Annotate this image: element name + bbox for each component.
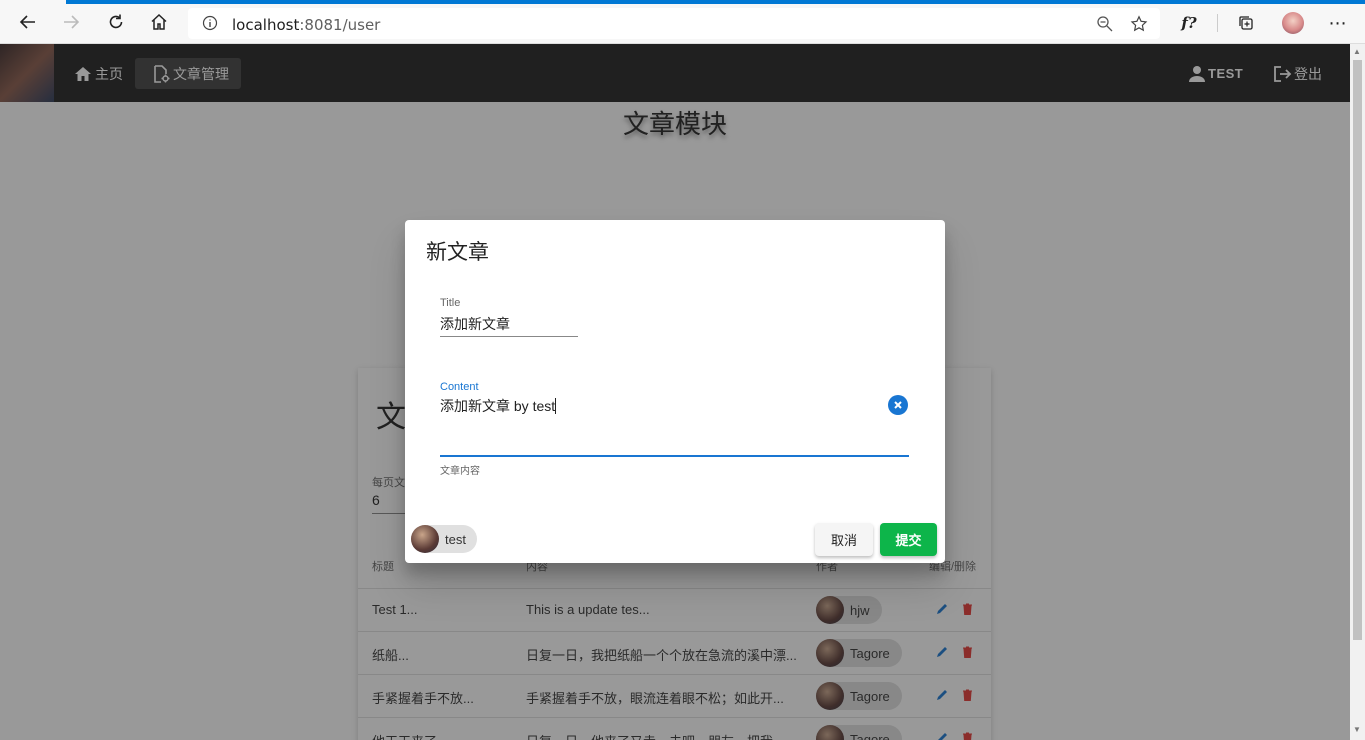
- font-icon: f?: [1181, 14, 1197, 32]
- reload-icon: [109, 14, 123, 29]
- page-load-progress: [66, 0, 1365, 4]
- content-field-label: Content: [440, 381, 479, 393]
- title-field-label: Title: [440, 297, 461, 309]
- back-arrow-icon: [19, 15, 35, 29]
- content-textarea-underline: [440, 455, 909, 457]
- scroll-up-arrow-icon[interactable]: ▲: [1353, 47, 1361, 56]
- font-settings-button[interactable]: f?: [1176, 10, 1202, 36]
- page-scrollbar[interactable]: ▲ ▼: [1350, 44, 1365, 740]
- address-url[interactable]: localhost:8081/user: [232, 16, 380, 34]
- close-icon: [894, 401, 902, 409]
- content-text: 添加新文章 by test: [440, 398, 556, 414]
- collections-icon: [1239, 16, 1253, 30]
- cancel-button[interactable]: 取消: [815, 523, 873, 556]
- reload-button[interactable]: [104, 10, 128, 34]
- text-caret: [555, 398, 557, 414]
- scrollbar-thumb[interactable]: [1353, 60, 1362, 640]
- title-input[interactable]: 添加新文章: [440, 314, 510, 334]
- profile-avatar: [1282, 12, 1304, 34]
- forward-arrow-icon: [64, 15, 80, 29]
- scroll-down-arrow-icon[interactable]: ▼: [1353, 725, 1361, 734]
- home-outline-icon: [151, 13, 167, 30]
- forward-button[interactable]: [59, 10, 83, 34]
- collections-button[interactable]: [1233, 10, 1259, 36]
- url-path: :8081/user: [299, 16, 381, 34]
- back-button[interactable]: [16, 10, 40, 34]
- favorite-star-icon[interactable]: [1130, 15, 1148, 33]
- content-hint: 文章内容: [440, 466, 480, 477]
- title-input-underline: [440, 336, 578, 337]
- author-chip: test: [411, 525, 477, 553]
- browser-toolbar: localhost:8081/user f? ⋯: [0, 0, 1365, 44]
- profile-button[interactable]: [1280, 10, 1306, 36]
- site-info-icon[interactable]: [202, 15, 218, 31]
- ellipsis-icon: ⋯: [1328, 12, 1348, 33]
- clear-content-button[interactable]: [888, 395, 908, 415]
- zoom-icon[interactable]: [1096, 15, 1114, 33]
- author-name: test: [445, 531, 466, 547]
- url-host: localhost: [232, 16, 300, 34]
- new-article-dialog: 新文章 Title 添加新文章 Content 添加新文章 by test 文章…: [405, 220, 945, 563]
- toolbar-separator: [1217, 14, 1218, 32]
- author-avatar: [411, 525, 439, 553]
- address-bar[interactable]: localhost:8081/user: [188, 8, 1160, 39]
- more-menu-button[interactable]: ⋯: [1325, 10, 1351, 36]
- home-button[interactable]: [147, 10, 171, 34]
- dialog-title: 新文章: [426, 241, 489, 264]
- submit-button[interactable]: 提交: [880, 523, 937, 556]
- content-textarea[interactable]: 添加新文章 by test: [440, 396, 557, 416]
